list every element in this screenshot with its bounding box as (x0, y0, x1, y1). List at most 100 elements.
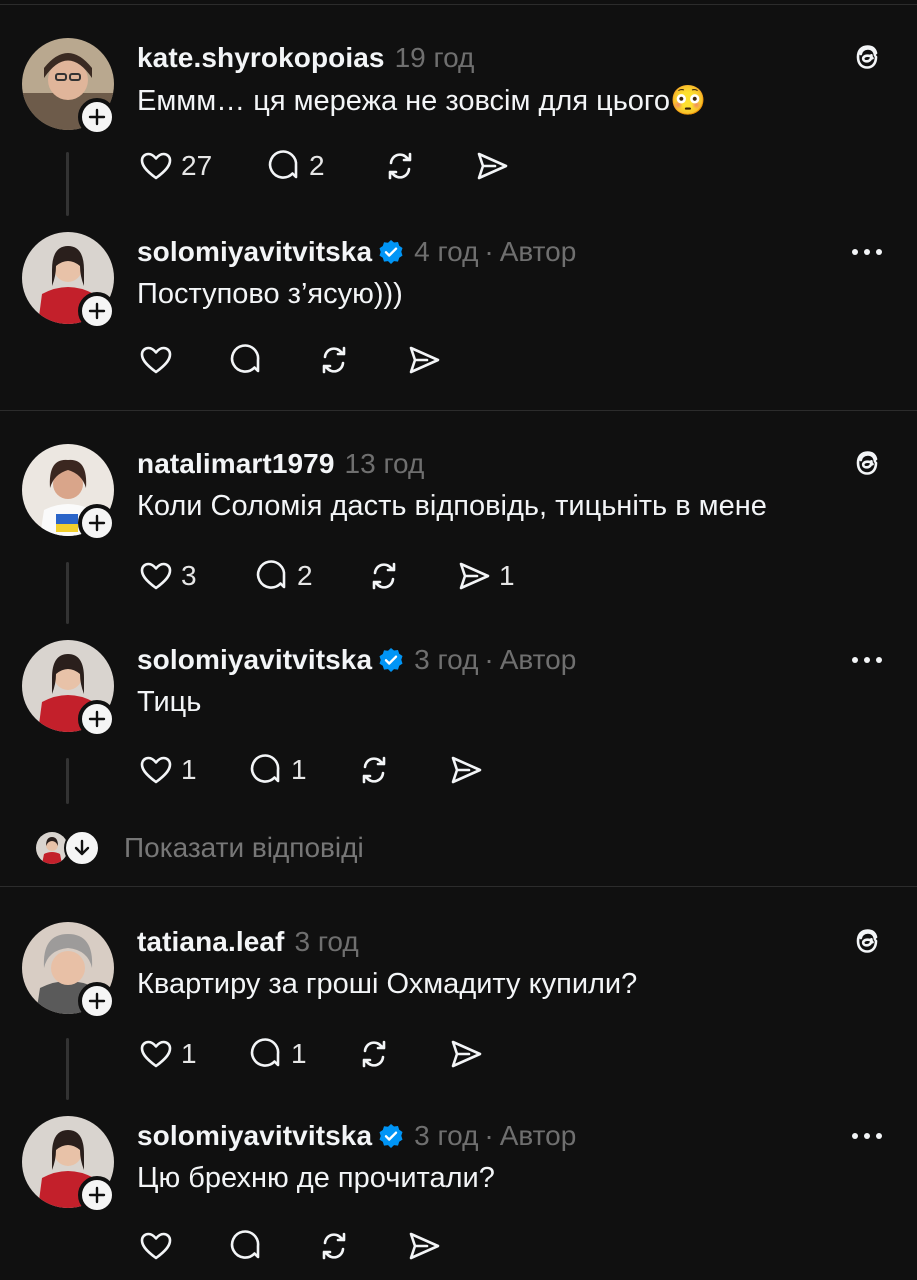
username[interactable]: solomiyavitvitska (137, 1120, 372, 1152)
threads-icon[interactable] (851, 924, 885, 958)
send-icon (451, 756, 482, 784)
reply-count: 2 (297, 560, 313, 591)
top-divider (0, 4, 917, 5)
follow-plus-button[interactable] (78, 700, 116, 738)
arrow-down-icon (64, 830, 100, 866)
comment-icon (256, 560, 286, 589)
thread-connector (66, 758, 69, 804)
heart-icon (140, 1232, 172, 1260)
like-count: 1 (181, 754, 197, 785)
username[interactable]: solomiyavitvitska (137, 644, 372, 676)
show-replies-button[interactable]: Показати відповіді (36, 828, 364, 868)
comment: kate.shyrokopoias 19 год Еммм… ця мережа… (0, 38, 917, 198)
repost-button[interactable] (355, 1035, 447, 1073)
comment-icon (250, 754, 280, 783)
reply-button[interactable] (227, 1227, 315, 1265)
heart-icon (140, 152, 172, 180)
comment: natalimart1979 13 год Коли Соломія дасть… (0, 444, 917, 604)
threads-icon[interactable] (851, 40, 885, 74)
comment-icon (250, 1038, 280, 1067)
heart-icon (140, 346, 172, 374)
share-count: 1 (499, 560, 515, 591)
share-button[interactable] (447, 751, 485, 789)
follow-plus-button[interactable] (78, 98, 116, 136)
share-button[interactable]: 1 (455, 557, 515, 595)
reply-button[interactable]: 1 (247, 1035, 355, 1073)
more-icon[interactable] (849, 642, 885, 678)
repost-button[interactable] (381, 147, 473, 185)
follow-plus-button[interactable] (78, 504, 116, 542)
like-button[interactable]: 3 (137, 557, 253, 595)
like-button[interactable]: 1 (137, 1035, 247, 1073)
timestamp: 19 год (394, 42, 475, 73)
timestamp: 3 год (294, 926, 359, 957)
share-button[interactable] (447, 1035, 485, 1073)
comment-text: Коли Соломія дасть відповідь, тицьніть в… (137, 490, 767, 522)
comment-text: Квартиру за гроші Охмадиту купили? (137, 968, 638, 1000)
reply-count: 2 (309, 150, 325, 181)
comment-text: Тиць (137, 686, 202, 718)
reply-button[interactable]: 1 (247, 751, 355, 789)
send-icon (451, 1040, 482, 1068)
comment-text: Цю брехню де прочитали? (137, 1162, 495, 1194)
heart-icon (140, 1040, 172, 1068)
comment: tatiana.leaf 3 год Квартиру за гроші Охм… (0, 922, 917, 1082)
heart-icon (140, 562, 172, 590)
username[interactable]: solomiyavitvitska (137, 236, 372, 268)
verified-badge-icon (379, 1124, 403, 1148)
more-icon[interactable] (849, 234, 885, 270)
repost-icon (372, 562, 396, 590)
share-button[interactable] (405, 341, 443, 379)
follow-plus-button[interactable] (78, 982, 116, 1020)
reply-button[interactable]: 2 (253, 557, 365, 595)
separator-dot: · (484, 1120, 494, 1151)
repost-icon (322, 346, 346, 374)
repost-button[interactable] (365, 557, 455, 595)
timestamp: 4 год (414, 236, 479, 267)
repost-button[interactable] (315, 1227, 405, 1265)
more-icon[interactable] (849, 1118, 885, 1154)
like-button[interactable] (137, 341, 227, 379)
verified-badge-icon (379, 240, 403, 264)
comment-icon (230, 344, 260, 373)
show-replies-label: Показати відповіді (124, 832, 364, 863)
repost-icon (322, 1232, 346, 1260)
like-count: 1 (181, 1038, 197, 1069)
author-label: Автор (499, 644, 577, 675)
timestamp: 13 год (344, 448, 425, 479)
comment-icon (230, 1230, 260, 1259)
like-button[interactable]: 1 (137, 751, 247, 789)
follow-plus-button[interactable] (78, 1176, 116, 1214)
reply-count: 1 (291, 1038, 307, 1069)
separator-dot: · (484, 644, 494, 675)
separator-dot: · (484, 236, 494, 267)
username[interactable]: natalimart1979 (137, 448, 335, 480)
repost-icon (388, 152, 412, 180)
thread-divider (0, 886, 917, 887)
repost-button[interactable] (315, 341, 405, 379)
comment: solomiyavitvitska 4 год · Автор Поступов… (0, 232, 917, 392)
share-button[interactable] (405, 1227, 443, 1265)
reply-button[interactable]: 2 (265, 147, 381, 185)
comment-icon (268, 150, 298, 179)
send-icon (409, 1232, 440, 1260)
verified-badge-icon (379, 648, 403, 672)
threads-icon[interactable] (851, 446, 885, 480)
repost-button[interactable] (355, 751, 447, 789)
reply-button[interactable] (227, 341, 315, 379)
comment-text: Поступово з’ясую))) (137, 278, 403, 310)
author-label: Автор (499, 1120, 577, 1151)
reply-count: 1 (291, 754, 307, 785)
like-button[interactable]: 27 (137, 147, 227, 185)
like-button[interactable] (137, 1227, 227, 1265)
author-label: Автор (499, 236, 577, 267)
comment-text: Еммм… ця мережа не зовсім для цього😳 (137, 85, 707, 117)
send-icon (459, 562, 490, 590)
send-icon (409, 346, 440, 374)
repost-icon (362, 1040, 386, 1068)
username[interactable]: tatiana.leaf (137, 926, 284, 958)
username[interactable]: kate.shyrokopoias (137, 42, 385, 74)
timestamp: 3 год (414, 1120, 479, 1151)
share-button[interactable] (473, 147, 511, 185)
follow-plus-button[interactable] (78, 292, 116, 330)
